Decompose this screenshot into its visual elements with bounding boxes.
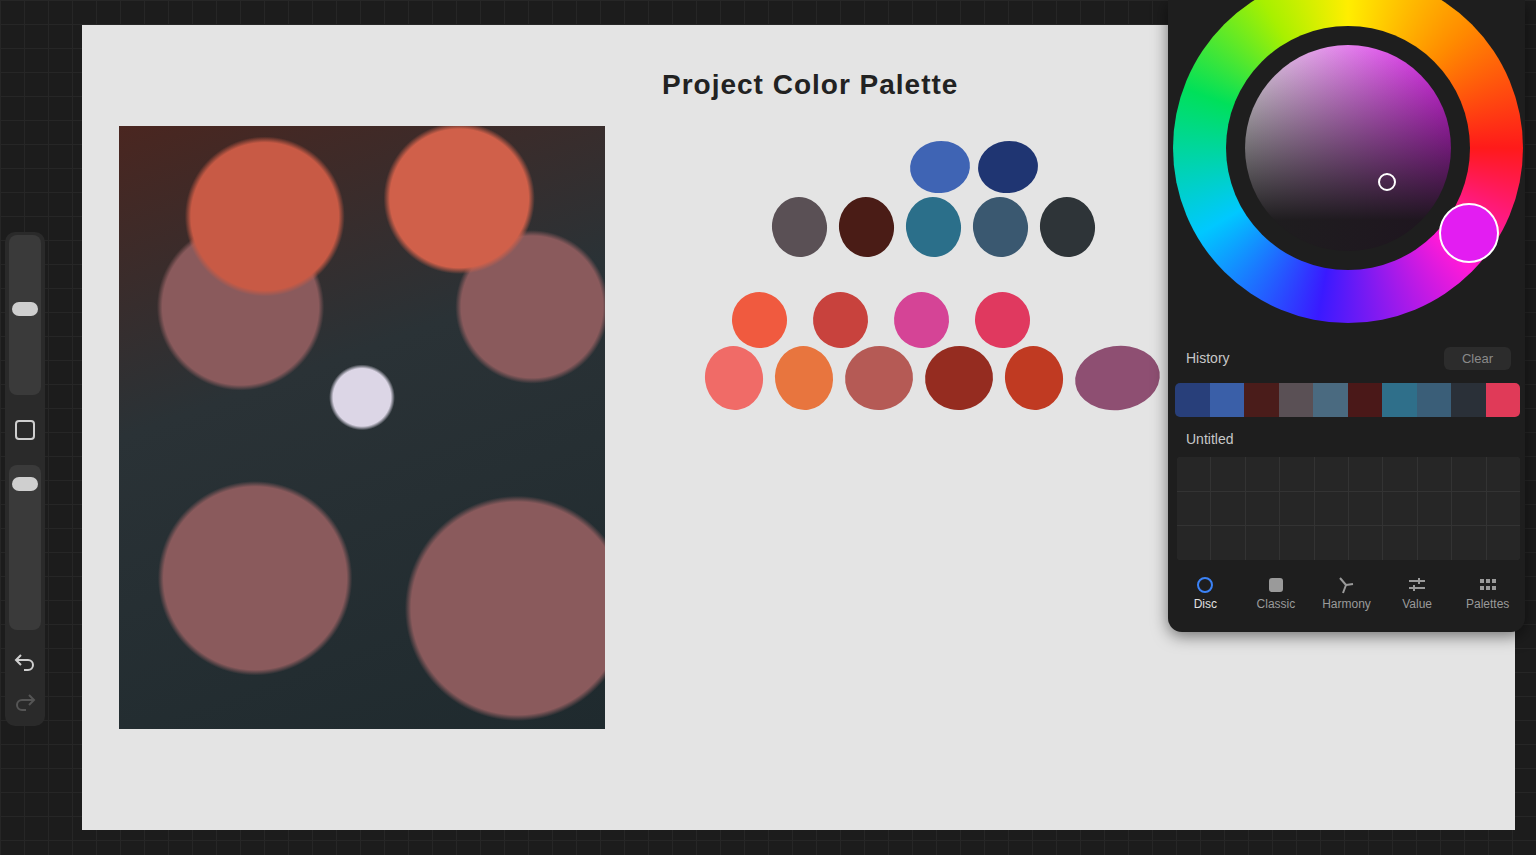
color-swatch bbox=[902, 193, 965, 260]
color-swatch bbox=[1036, 193, 1099, 260]
history-swatch[interactable] bbox=[1382, 383, 1417, 417]
palette-name: Untitled bbox=[1168, 431, 1525, 447]
disc-handle[interactable] bbox=[1378, 173, 1396, 191]
palette-cell[interactable] bbox=[1211, 492, 1244, 526]
history-swatch[interactable] bbox=[1486, 383, 1521, 417]
palette-area: Project Color Palette bbox=[662, 65, 1230, 830]
modify-button[interactable] bbox=[15, 420, 35, 440]
history-row bbox=[1175, 383, 1520, 417]
palette-cell[interactable] bbox=[1246, 526, 1279, 560]
palette-cell[interactable] bbox=[1418, 457, 1451, 491]
palette-cell[interactable] bbox=[1418, 526, 1451, 560]
undo-button[interactable] bbox=[9, 642, 41, 682]
tab-icon bbox=[1478, 576, 1498, 594]
color-swatch bbox=[971, 288, 1033, 351]
color-panel: History Clear Untitled DiscClassicHarmonyVa… bbox=[1168, 0, 1525, 632]
history-swatch[interactable] bbox=[1244, 383, 1279, 417]
history-swatch[interactable] bbox=[1279, 383, 1314, 417]
color-swatch bbox=[921, 342, 997, 415]
palette-grid bbox=[1177, 457, 1520, 560]
palette-cell[interactable] bbox=[1487, 492, 1520, 526]
palette-cell[interactable] bbox=[1246, 457, 1279, 491]
palette-cell[interactable] bbox=[1487, 457, 1520, 491]
palette-cell[interactable] bbox=[1315, 492, 1348, 526]
color-tab[interactable]: Classic bbox=[1241, 576, 1312, 611]
palette-cell[interactable] bbox=[1177, 526, 1210, 560]
palette-cell[interactable] bbox=[1211, 457, 1244, 491]
palette-cell[interactable] bbox=[1487, 526, 1520, 560]
history-swatch[interactable] bbox=[1313, 383, 1348, 417]
hue-handle[interactable] bbox=[1439, 203, 1499, 263]
tab-icon bbox=[1407, 576, 1427, 594]
redo-button[interactable] bbox=[9, 682, 41, 722]
palette-cell[interactable] bbox=[1280, 457, 1313, 491]
color-swatch bbox=[969, 193, 1032, 260]
color-swatch bbox=[835, 193, 898, 260]
swatch-row bbox=[662, 141, 1230, 193]
saturation-disc[interactable] bbox=[1245, 45, 1451, 251]
color-swatch bbox=[841, 342, 917, 415]
palette-cell[interactable] bbox=[1383, 492, 1416, 526]
palette-cell[interactable] bbox=[1280, 492, 1313, 526]
opacity-slider[interactable] bbox=[9, 465, 41, 630]
color-tabs: DiscClassicHarmonyValuePalettes bbox=[1168, 576, 1525, 611]
history-swatch[interactable] bbox=[1175, 383, 1210, 417]
palette-cell[interactable] bbox=[1383, 457, 1416, 491]
swatch-row bbox=[662, 197, 1230, 257]
palette-cell[interactable] bbox=[1452, 526, 1485, 560]
palette-cell[interactable] bbox=[1383, 526, 1416, 560]
sidebar bbox=[5, 232, 45, 726]
palette-cell[interactable] bbox=[1349, 492, 1382, 526]
color-swatch bbox=[907, 137, 974, 197]
tab-icon bbox=[1266, 576, 1286, 594]
color-tab[interactable]: Disc bbox=[1170, 576, 1241, 611]
color-swatch bbox=[1071, 340, 1164, 415]
color-tab[interactable]: Harmony bbox=[1311, 576, 1382, 611]
color-tab[interactable]: Value bbox=[1382, 576, 1453, 611]
history-label: History bbox=[1186, 350, 1230, 366]
swatch-row bbox=[662, 292, 1230, 348]
history-swatch[interactable] bbox=[1451, 383, 1486, 417]
color-swatch bbox=[1001, 342, 1067, 413]
swatch-row bbox=[662, 346, 1230, 410]
palette-cell[interactable] bbox=[1177, 457, 1210, 491]
color-swatch bbox=[975, 137, 1042, 197]
color-swatch bbox=[728, 288, 790, 351]
color-tab[interactable]: Palettes bbox=[1452, 576, 1523, 611]
palette-cell[interactable] bbox=[1418, 492, 1451, 526]
tab-icon bbox=[1336, 576, 1356, 594]
color-swatch bbox=[771, 342, 837, 413]
palette-cell[interactable] bbox=[1349, 526, 1382, 560]
palette-cell[interactable] bbox=[1315, 526, 1348, 560]
history-swatch[interactable] bbox=[1348, 383, 1383, 417]
palette-cell[interactable] bbox=[1452, 457, 1485, 491]
color-swatch bbox=[701, 342, 767, 413]
palette-cell[interactable] bbox=[1349, 457, 1382, 491]
clear-button[interactable]: Clear bbox=[1444, 347, 1511, 370]
color-swatch bbox=[768, 193, 831, 260]
redo-icon bbox=[14, 693, 36, 711]
reference-photo bbox=[119, 126, 605, 729]
undo-icon bbox=[14, 653, 36, 671]
palette-cell[interactable] bbox=[1452, 492, 1485, 526]
palette-cell[interactable] bbox=[1280, 526, 1313, 560]
brush-size-slider[interactable] bbox=[9, 235, 41, 395]
palette-cell[interactable] bbox=[1246, 492, 1279, 526]
slider-handle[interactable] bbox=[12, 302, 38, 316]
palette-cell[interactable] bbox=[1177, 492, 1210, 526]
palette-cell[interactable] bbox=[1315, 457, 1348, 491]
history-swatch[interactable] bbox=[1417, 383, 1452, 417]
canvas-title: Project Color Palette bbox=[662, 65, 1230, 105]
palette-cell[interactable] bbox=[1211, 526, 1244, 560]
slider-handle[interactable] bbox=[12, 477, 38, 491]
color-swatch bbox=[809, 288, 871, 351]
color-swatch bbox=[890, 288, 952, 351]
tab-icon bbox=[1195, 576, 1215, 594]
procreate-screen: Project Color Palette History Clear Untitle… bbox=[0, 0, 1536, 855]
history-swatch[interactable] bbox=[1210, 383, 1245, 417]
